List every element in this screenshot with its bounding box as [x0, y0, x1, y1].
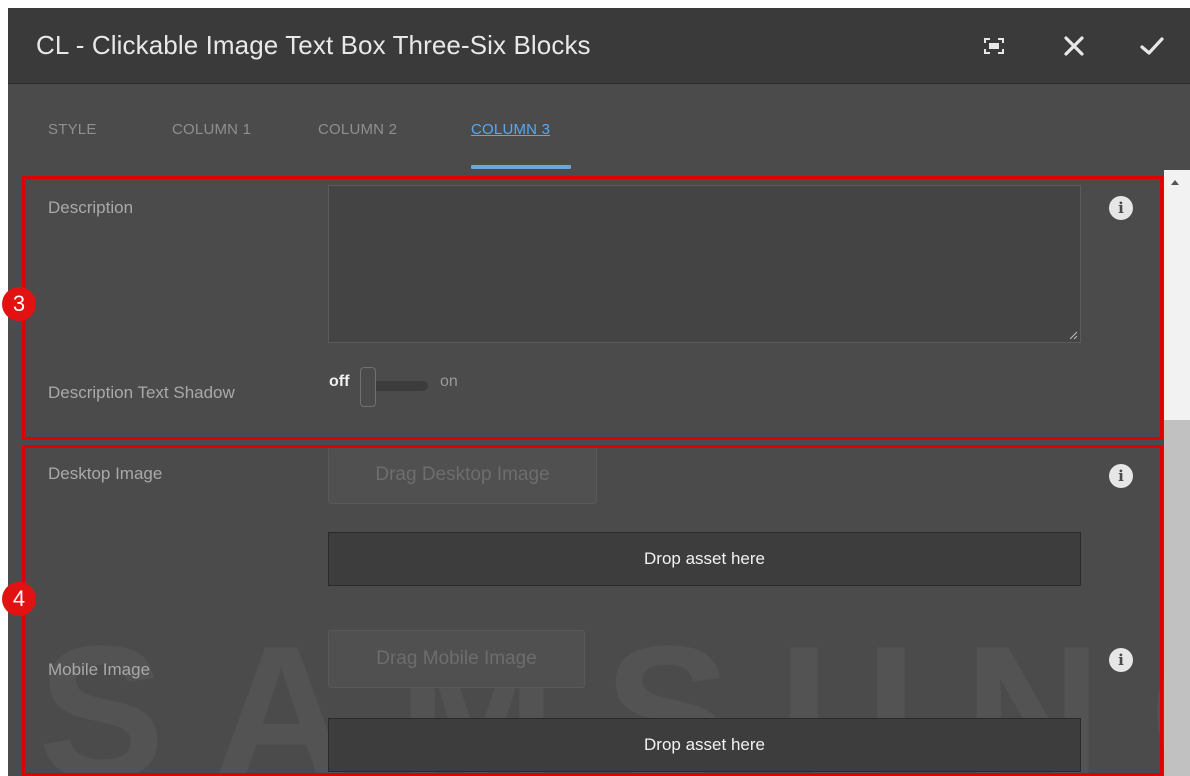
drag-mobile-image-button[interactable]: Drag Mobile Image — [328, 630, 585, 688]
dialog-content: SAMSUNG Description i Description Text S… — [8, 170, 1164, 776]
close-icon — [1064, 36, 1084, 56]
info-icon[interactable]: i — [1109, 464, 1133, 488]
done-button[interactable] — [1136, 30, 1168, 62]
drag-desktop-image-button[interactable]: Drag Desktop Image — [328, 446, 597, 504]
fullscreen-icon — [984, 38, 1004, 54]
close-button[interactable] — [1058, 30, 1090, 62]
resize-grip-icon[interactable] — [1068, 330, 1078, 340]
tab-style[interactable]: STYLE — [48, 121, 97, 138]
tab-column-3[interactable]: COLUMN 3 — [471, 121, 550, 138]
annotation-badge-3: 3 — [2, 287, 36, 321]
toggle-on-label: on — [440, 373, 458, 390]
scroll-up-arrow-icon[interactable] — [1171, 180, 1179, 185]
fullscreen-button[interactable] — [978, 30, 1010, 62]
description-textarea[interactable] — [328, 185, 1081, 343]
check-icon — [1140, 37, 1164, 55]
tab-bar: STYLE COLUMN 1 COLUMN 2 COLUMN 3 — [8, 84, 1190, 170]
desktop-image-drop-zone[interactable]: Drop asset here — [328, 532, 1081, 586]
mobile-image-label: Mobile Image — [48, 660, 151, 679]
active-tab-indicator — [471, 165, 571, 169]
info-icon[interactable]: i — [1109, 648, 1133, 672]
window-frame-top — [0, 0, 1190, 8]
annotation-badge-4: 4 — [2, 582, 36, 616]
description-label: Description — [48, 198, 134, 217]
mobile-image-drop-zone[interactable]: Drop asset here — [328, 718, 1081, 772]
toggle-thumb[interactable] — [360, 367, 376, 407]
tab-column-2[interactable]: COLUMN 2 — [318, 121, 397, 138]
dialog-titlebar: CL - Clickable Image Text Box Three-Six … — [8, 8, 1190, 84]
desktop-image-label: Desktop Image — [48, 464, 163, 483]
dialog-title: CL - Clickable Image Text Box Three-Six … — [36, 30, 591, 60]
scrollbar-thumb[interactable] — [1164, 420, 1190, 776]
window-frame-left — [0, 0, 8, 776]
toggle-off-label: off — [329, 373, 350, 390]
text-shadow-label: Description Text Shadow — [48, 383, 235, 402]
tab-column-1[interactable]: COLUMN 1 — [172, 121, 251, 138]
info-icon[interactable]: i — [1109, 196, 1133, 220]
